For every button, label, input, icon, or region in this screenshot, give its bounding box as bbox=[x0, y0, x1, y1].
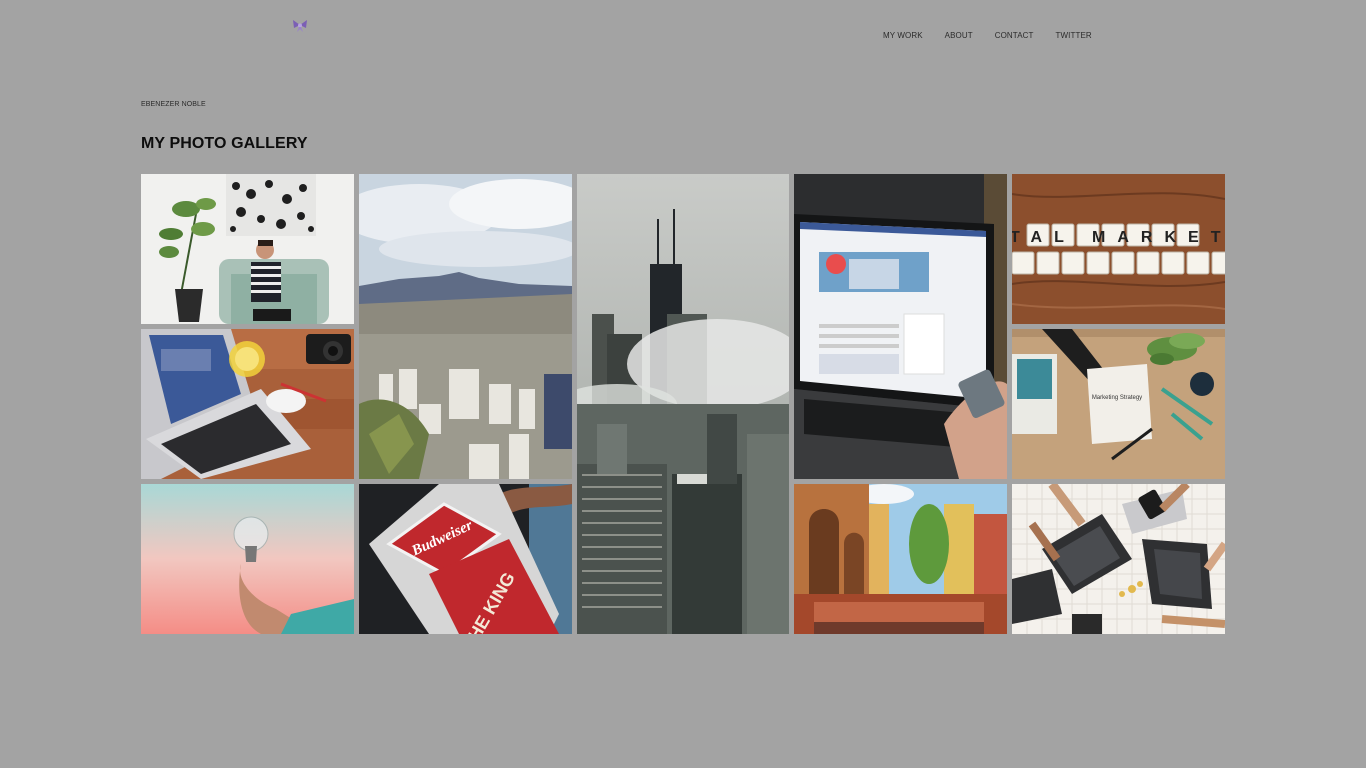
marketing-strategy-text: Marketing Strategy bbox=[1092, 395, 1142, 401]
nav-my-work[interactable]: MY WORK bbox=[883, 31, 923, 41]
photo-team-laptops[interactable] bbox=[1012, 484, 1225, 634]
nav-contact[interactable]: CONTACT bbox=[995, 31, 1034, 41]
main-nav: MY WORK ABOUT CONTACT TWITTER bbox=[883, 31, 1114, 41]
purple-bow-logo-icon[interactable] bbox=[290, 16, 310, 36]
photo-digital-marketing[interactable]: DIGITAL MARKETING bbox=[1012, 174, 1225, 324]
photo-budweiser-sign[interactable]: Budweiser THE KING bbox=[359, 484, 572, 634]
photo-hand-lightbulb[interactable] bbox=[141, 484, 354, 634]
nav-twitter[interactable]: TWITTER bbox=[1056, 31, 1092, 41]
photo-foggy-skyscrapers[interactable] bbox=[577, 174, 789, 634]
photo-gallery: Budweiser THE KING TAL MARKE Marketing S… bbox=[141, 174, 1225, 634]
photo-bologna-street[interactable] bbox=[794, 484, 1007, 634]
photo-man-with-laptop[interactable] bbox=[141, 174, 354, 324]
photo-laptop-facebook[interactable] bbox=[794, 174, 1007, 479]
photo-marketing-strategy-desk[interactable]: Marketing Strategy bbox=[1012, 329, 1225, 479]
site-name: EBENEZER NOBLE bbox=[141, 101, 206, 108]
nav-about[interactable]: ABOUT bbox=[945, 31, 973, 41]
photo-mountain-city[interactable] bbox=[359, 174, 572, 479]
site-header: MY WORK ABOUT CONTACT TWITTER bbox=[0, 0, 1366, 70]
digital-marketing-text: DIGITAL MARKETING bbox=[1012, 229, 1225, 246]
photo-laptop-camera-desk[interactable] bbox=[141, 329, 354, 479]
page-title: MY PHOTO GALLERY bbox=[141, 135, 308, 152]
